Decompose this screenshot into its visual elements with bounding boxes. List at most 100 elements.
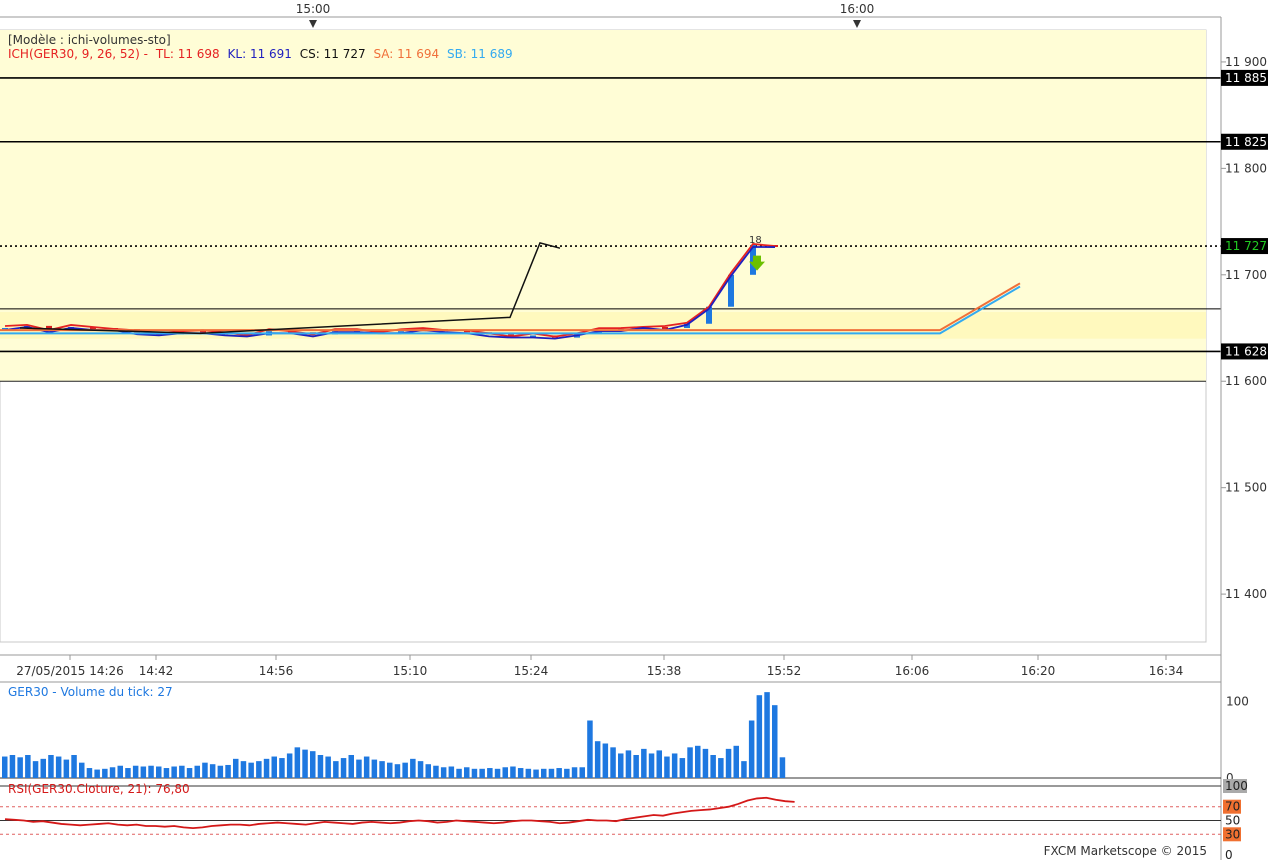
price-axis: 11 400 11 500 11 600 11 700 11 800 11 900 11 8… — [1220, 17, 1268, 860]
price-axis-label: 11 900 — [1225, 55, 1267, 69]
volume-bar — [679, 758, 686, 778]
volume-title-text: GER30 - Volume du tick: 27 — [8, 685, 173, 699]
time-axis-label: 16:34 — [1149, 664, 1184, 678]
rsi-axis-label: 100 — [1225, 779, 1248, 793]
time-axis-label: 15:38 — [647, 664, 682, 678]
volume-bar — [233, 758, 239, 778]
volume-bar — [156, 766, 162, 778]
volume-bar — [517, 768, 524, 778]
ich-label: ICH(GER30, 9, 26, 52) - — [8, 47, 148, 61]
time-axis-label: 14:42 — [139, 664, 174, 678]
volume-bar — [48, 755, 54, 778]
volume-bar — [417, 761, 424, 778]
volume-bar — [163, 768, 170, 778]
price-axis-label: 11 600 — [1225, 374, 1267, 388]
price-panel: 18 — [0, 29, 1221, 643]
volume-bar — [456, 768, 462, 778]
volume-bar — [9, 755, 16, 778]
volume-bar — [748, 720, 755, 778]
rsi-axis-label: 70 — [1225, 800, 1240, 814]
price-badge-label: 11 825 — [1225, 135, 1267, 149]
price-badge-label: 11 628 — [1225, 344, 1267, 358]
volume-bar — [71, 755, 77, 778]
volume-bar — [479, 768, 485, 778]
volume-bar — [117, 765, 123, 778]
rsi-line — [4, 796, 795, 829]
time-axis-label: 15:52 — [767, 664, 802, 678]
volume-bar — [294, 747, 301, 778]
time-axis-label: 16:20 — [1021, 664, 1056, 678]
volume-bar — [333, 761, 339, 778]
tl-value: TL: 11 698 — [155, 47, 220, 61]
volume-bar — [94, 769, 100, 778]
credit-text: FXCM Marketscope © 2015 — [1043, 844, 1207, 858]
volume-bar — [641, 748, 647, 778]
volume-bar — [79, 762, 85, 778]
volume-bar — [510, 766, 516, 778]
volume-bar — [240, 761, 247, 778]
price-axis-label: 11 800 — [1225, 161, 1267, 175]
volume-bar — [710, 755, 716, 778]
volume-bar — [325, 756, 331, 778]
volume-bar — [648, 753, 655, 778]
volume-bar — [664, 756, 670, 778]
volume-bar — [279, 758, 285, 778]
volume-bar — [63, 759, 70, 778]
time-axis-label: 14:56 — [259, 664, 294, 678]
sb-value: SB: 11 689 — [446, 47, 513, 61]
volume-bar — [286, 753, 293, 778]
volume-bar — [410, 758, 416, 778]
volume-bar — [217, 765, 224, 778]
volume-bar — [402, 762, 408, 778]
volume-bar — [263, 758, 270, 778]
volume-bar — [687, 747, 693, 778]
volume-bar — [541, 768, 547, 778]
volume-bar — [656, 750, 662, 778]
rsi-axis-label: 30 — [1225, 827, 1240, 841]
volume-bar — [86, 768, 93, 778]
header-time-marker-icon — [853, 20, 861, 28]
volume-bar — [548, 768, 555, 778]
time-header: 15:00 16:00 — [0, 2, 1221, 28]
volume-bar — [464, 767, 470, 778]
volume-bar — [502, 767, 508, 778]
volume-bar — [594, 741, 601, 778]
volume-bar — [718, 758, 724, 778]
volume-bar — [610, 747, 616, 778]
volume-bar — [348, 755, 354, 778]
volume-bar — [379, 761, 385, 778]
volume-bar — [494, 768, 501, 778]
kl-value: KL: 11 691 — [227, 47, 292, 61]
volume-bar — [17, 757, 23, 778]
price-badge-label: 11 885 — [1225, 71, 1267, 85]
volume-bar — [55, 756, 62, 778]
volume-bar — [433, 765, 439, 778]
price-axis-label: 11 500 — [1225, 481, 1267, 495]
volume-bar — [225, 764, 231, 778]
sa-value: SA: 11 694 — [373, 47, 440, 61]
header-time-marker-icon — [309, 20, 317, 28]
volume-bar — [602, 743, 609, 778]
volume-bar — [109, 767, 116, 778]
ichimoku-legend: ICH(GER30, 9, 26, 52) - TL: 11 698 KL: 1… — [8, 47, 513, 61]
annotation-label: 18 — [749, 235, 762, 246]
volume-bar — [733, 745, 739, 778]
time-axis-label: 27/05/2015 14:26 — [16, 664, 124, 678]
volume-bar — [371, 759, 378, 778]
volume-bar — [148, 765, 154, 778]
chart-canvas: 15:00 16:00 18 11 40011 50011 60011 70011… — [0, 2, 1268, 860]
volume-bar — [125, 768, 131, 778]
volume-bar — [2, 756, 8, 778]
volume-bar — [186, 768, 193, 778]
rsi-axis-label: 50 — [1225, 814, 1240, 828]
volume-bar — [363, 756, 370, 778]
volume-bar — [633, 755, 639, 778]
volume-bar — [756, 695, 763, 778]
time-axis-label: 15:10 — [393, 664, 428, 678]
rsi-title-text: RSI(GER30.Cloture, 21): 76,80 — [8, 782, 190, 796]
volume-title: GER30 - Volume du tick: 27 — [8, 685, 173, 699]
volume-bar — [471, 768, 478, 778]
volume-bar — [140, 766, 147, 778]
volume-panel: 0100 — [0, 681, 1249, 785]
volume-bar — [579, 767, 585, 778]
